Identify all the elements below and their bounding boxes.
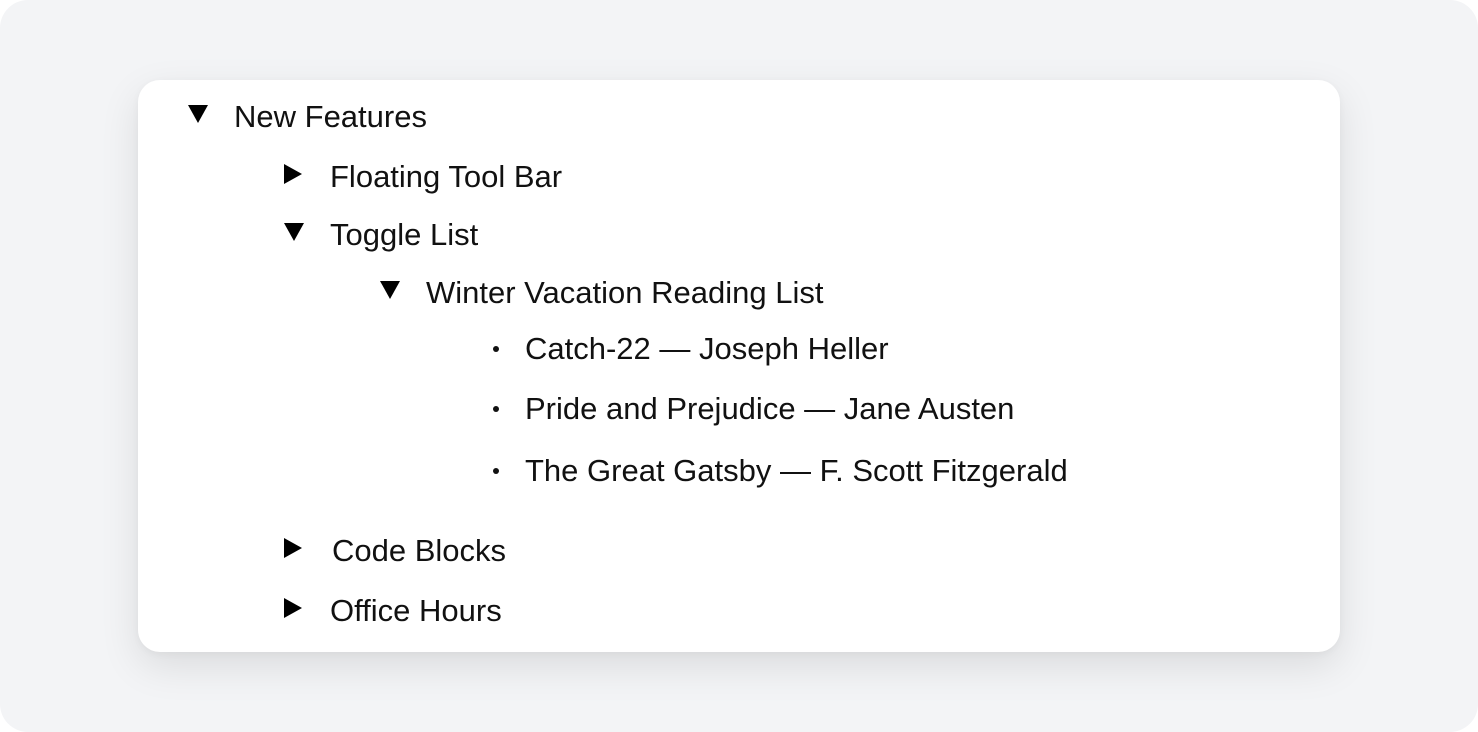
triangle-right-icon	[284, 164, 302, 184]
triangle-right-icon	[284, 598, 302, 618]
toggle-label: Office Hours	[330, 593, 502, 628]
toggle-label: Code Blocks	[332, 533, 507, 568]
triangle-right-icon	[284, 538, 302, 558]
triangle-down-icon	[188, 105, 208, 123]
toggle-item-toggle-list[interactable]: Toggle List	[284, 215, 478, 255]
expand-toggle-floating-tool-bar[interactable]	[284, 157, 330, 197]
toggle-item-winter-vacation-reading-list[interactable]: Winter Vacation Reading List	[380, 273, 823, 313]
toggle-label: Floating Tool Bar	[330, 159, 563, 194]
bullet-icon	[493, 346, 499, 352]
expand-toggle-winter-vacation-reading-list[interactable]	[380, 273, 426, 313]
list-item-label: The Great Gatsby — F. Scott Fitzgerald	[525, 453, 1068, 488]
expand-toggle-new-features[interactable]	[188, 97, 234, 137]
toggle-label: Toggle List	[330, 217, 479, 252]
bullet-icon	[493, 406, 499, 412]
toggle-item-office-hours[interactable]: Office Hours	[284, 591, 502, 631]
toggle-label: New Features	[234, 99, 427, 134]
list-item: The Great Gatsby — F. Scott Fitzgerald	[493, 451, 1068, 491]
expand-toggle-toggle-list[interactable]	[284, 215, 330, 255]
toggle-label: Winter Vacation Reading List	[426, 275, 824, 310]
expand-toggle-office-hours[interactable]	[284, 591, 330, 631]
triangle-down-icon	[284, 223, 304, 241]
page-background: New Features Floating Tool Bar Toggle Li…	[0, 0, 1478, 732]
list-item-label: Pride and Prejudice — Jane Austen	[525, 391, 1015, 426]
list-item-label: Catch-22 — Joseph Heller	[525, 331, 889, 366]
triangle-down-icon	[380, 281, 400, 299]
list-item: Catch-22 — Joseph Heller	[493, 329, 889, 369]
list-item: Pride and Prejudice — Jane Austen	[493, 389, 1014, 429]
expand-toggle-code-blocks[interactable]	[284, 531, 332, 571]
toggle-item-new-features[interactable]: New Features	[188, 97, 427, 137]
toggle-item-floating-tool-bar[interactable]: Floating Tool Bar	[284, 157, 562, 197]
bullet-icon	[493, 468, 499, 474]
toggle-list-card: New Features Floating Tool Bar Toggle Li…	[138, 80, 1340, 652]
toggle-item-code-blocks[interactable]: Code Blocks	[284, 531, 506, 571]
